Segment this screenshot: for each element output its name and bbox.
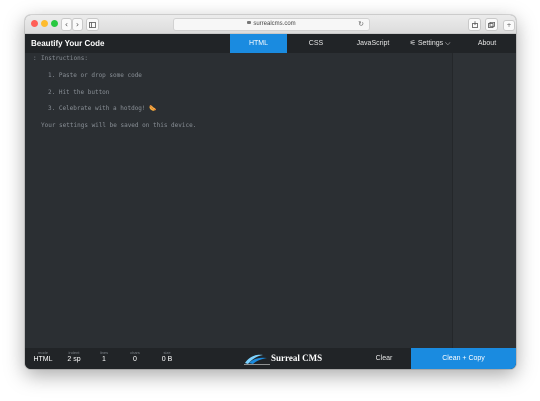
share-button[interactable]	[468, 18, 481, 31]
brand-name: Surreal CMS	[271, 353, 323, 363]
minimize-window-button[interactable]	[41, 20, 48, 27]
close-window-button[interactable]	[31, 20, 38, 27]
sidebar-toggle-button[interactable]	[86, 18, 99, 31]
share-icon	[471, 21, 478, 28]
stat-value: 0 B	[161, 356, 173, 363]
stat-value: 0	[133, 356, 137, 363]
editor-line: Instructions:	[41, 55, 88, 62]
address-bar[interactable]: surrealcms.com ↻	[173, 18, 370, 31]
back-button[interactable]: ‹	[61, 18, 72, 31]
browser-toolbar: ‹ › surrealcms.com ↻ +	[25, 15, 516, 34]
url-text: surrealcms.com	[253, 21, 296, 27]
side-panel	[452, 53, 516, 348]
stat-lines: lines 1	[95, 350, 113, 365]
stat-value: 2 sp	[67, 356, 81, 363]
editor-line: 3. Celebrate with a hotdog! 🌭	[48, 105, 157, 112]
stat-mode: mode HTML	[31, 350, 55, 365]
tab-javascript[interactable]: JavaScript	[347, 34, 399, 53]
editor-line: 2. Hit the button	[48, 89, 110, 96]
editor-line: 1. Paste or drop some code	[48, 72, 142, 79]
tabs-icon	[488, 21, 495, 28]
stat-size: size 0 B	[157, 350, 177, 365]
chevron-left-icon: ‹	[64, 20, 69, 29]
settings-menu[interactable]: ⚟ Settings ⌵	[403, 34, 457, 53]
tab-html[interactable]: HTML	[230, 34, 287, 53]
lock-icon	[247, 20, 252, 24]
surreal-cms-logo-icon	[244, 354, 270, 365]
status-footer: mode HTML indent 2 sp lines 1 chars 0 si…	[25, 348, 516, 369]
forward-button[interactable]: ›	[72, 18, 83, 31]
plus-icon: +	[506, 22, 512, 29]
stat-indent: indent 2 sp	[63, 350, 85, 365]
app-navbar: Beautify Your Code HTML CSS JavaScript ⚟…	[25, 34, 516, 53]
zoom-window-button[interactable]	[51, 20, 58, 27]
code-editor[interactable]: : Instructions: 1. Paste or drop some co…	[25, 53, 452, 348]
stat-value: HTML	[33, 356, 53, 363]
clear-button[interactable]: Clear	[363, 348, 405, 369]
clean-copy-button[interactable]: Clean + Copy	[411, 348, 516, 369]
tab-about[interactable]: About	[465, 34, 509, 53]
chevron-right-icon: ›	[75, 20, 80, 29]
stat-chars: chars 0	[126, 350, 144, 365]
editor-line: Your settings will be saved on this devi…	[41, 122, 197, 129]
browser-window: ‹ › surrealcms.com ↻ + Beautify Your Cod…	[25, 15, 516, 369]
new-tab-button[interactable]: +	[503, 20, 515, 31]
tabs-button[interactable]	[485, 18, 498, 31]
reload-icon[interactable]: ↻	[358, 19, 364, 30]
stat-value: 1	[102, 356, 106, 363]
tab-css[interactable]: CSS	[293, 34, 339, 53]
sidebar-icon	[89, 22, 96, 28]
gutter-mark: :	[33, 55, 37, 62]
app-title: Beautify Your Code	[31, 39, 105, 48]
